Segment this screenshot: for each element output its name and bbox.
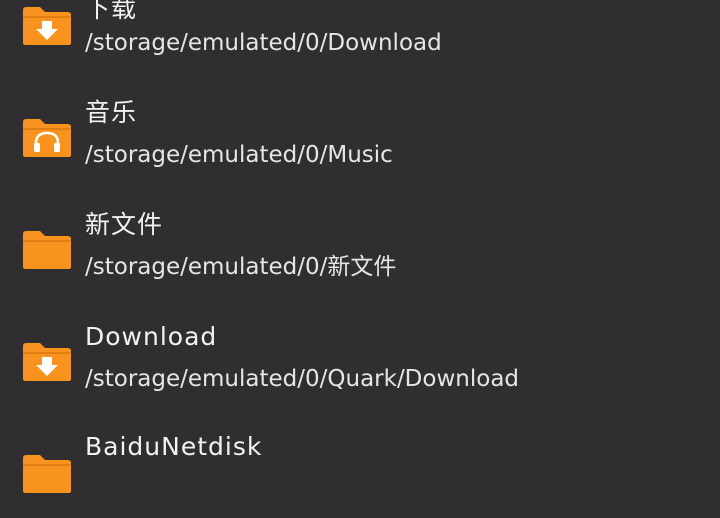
folder-name: Download xyxy=(85,322,218,351)
music-folder-icon xyxy=(21,118,73,158)
folder-name: 新文件 xyxy=(85,210,164,239)
folder-item-baidunetdisk[interactable]: BaiduNetdisk xyxy=(0,406,720,518)
folder-path: /storage/emulated/0/Quark/Download xyxy=(85,366,520,392)
folder-path: /storage/emulated/0/新文件 xyxy=(85,254,397,280)
folder-name: 音乐 xyxy=(85,98,138,127)
folder-icon xyxy=(21,454,73,494)
download-folder-icon xyxy=(21,6,73,46)
folder-path: /storage/emulated/0/Download xyxy=(85,30,442,56)
folder-list: 下载 /storage/emulated/0/Download 音乐 /stor… xyxy=(0,0,720,493)
folder-icon xyxy=(21,230,73,270)
folder-item-download-cn[interactable]: 下载 /storage/emulated/0/Download xyxy=(0,0,720,70)
folder-name: BaiduNetdisk xyxy=(85,432,263,461)
folder-item-quark-download[interactable]: Download /storage/emulated/0/Quark/Downl… xyxy=(0,294,720,406)
folder-name: 下载 xyxy=(85,0,138,23)
folder-path: /storage/emulated/0/Music xyxy=(85,142,393,168)
folder-item-new-file[interactable]: 新文件 /storage/emulated/0/新文件 xyxy=(0,182,720,294)
download-folder-icon xyxy=(21,342,73,382)
folder-item-music[interactable]: 音乐 /storage/emulated/0/Music xyxy=(0,70,720,182)
